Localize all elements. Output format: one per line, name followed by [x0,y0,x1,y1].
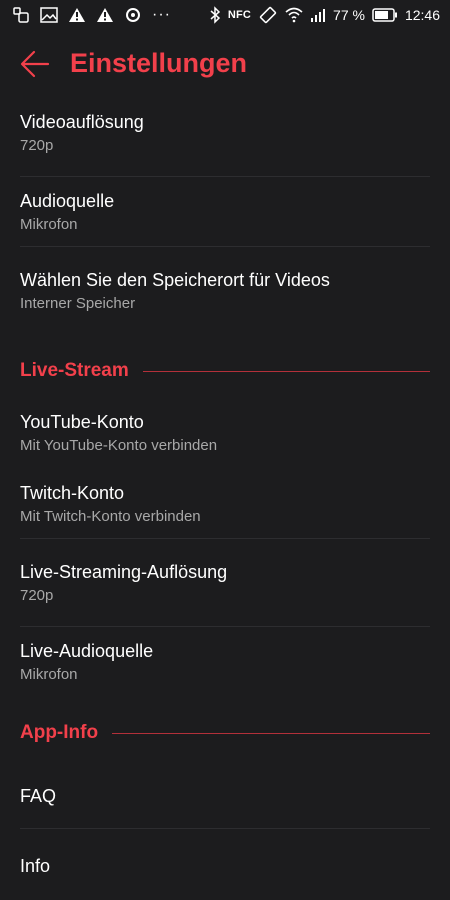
status-bar: ··· NFC 77 % 12:46 [0,0,450,30]
setting-faq[interactable]: FAQ [20,785,430,807]
app-bar: Einstellungen [0,36,450,92]
divider [20,246,430,247]
nfc-indicator: NFC [227,9,252,21]
wifi-icon [285,7,303,23]
section-title: App-Info [20,722,99,743]
divider [20,538,430,539]
setting-value: 720p [20,587,54,604]
setting-info[interactable]: Info [20,855,430,877]
setting-value: Mit YouTube-Konto verbinden [20,437,218,454]
setting-title: YouTube-Konto [20,412,144,432]
vibrate-icon [258,6,278,24]
setting-audio-source[interactable]: Audioquelle Mikrofon [20,190,430,234]
section-title: Live-Stream [20,360,129,381]
setting-title: Twitch-Konto [20,483,125,503]
setting-storage-location[interactable]: Wählen Sie den Speicherort für Videos In… [20,269,430,313]
setting-live-resolution[interactable]: Live-Streaming-Auflösung 720p [20,561,430,605]
page-title: Einstellungen [70,48,248,78]
warning-icon [68,7,86,23]
setting-title: Videoauflösung [20,112,144,132]
setting-title: Info [20,856,51,876]
setting-title: Live-Streaming-Auflösung [20,562,228,582]
setting-live-audio-source[interactable]: Live-Audioquelle Mikrofon [20,640,430,684]
status-bar-right: NFC 77 % 12:46 [209,6,440,24]
warning-icon [96,7,114,23]
section-header-live-stream: Live-Stream [20,360,430,382]
sync-icon [124,6,142,24]
more-dots-icon: ··· [152,6,171,23]
divider [20,626,430,627]
section-divider [112,732,430,734]
setting-value: Interner Speicher [20,295,136,312]
setting-value: Mikrofon [20,216,78,233]
battery-percent: 77 % [333,7,365,23]
status-bar-left: ··· [12,6,171,24]
divider [20,176,430,177]
arrow-left-icon[interactable] [20,50,50,78]
setting-twitch-account[interactable]: Twitch-Konto Mit Twitch-Konto verbinden [20,482,430,526]
battery-icon [372,8,398,22]
divider [20,828,430,829]
setting-title: Audioquelle [20,191,115,211]
screen-record-icon [12,6,30,24]
section-divider [142,370,430,372]
clock: 12:46 [404,7,440,23]
setting-youtube-account[interactable]: YouTube-Konto Mit YouTube-Konto verbinde… [20,411,430,455]
setting-value: Mit Twitch-Konto verbinden [20,508,201,525]
setting-title: Wählen Sie den Speicherort für Videos [20,270,330,290]
setting-title: Live-Audioquelle [20,641,154,661]
bluetooth-icon [209,6,221,24]
image-icon [40,7,58,23]
section-header-app-info: App-Info [20,722,430,744]
setting-value: 720p [20,137,54,154]
setting-title: FAQ [20,786,57,806]
setting-value: Mikrofon [20,666,78,683]
signal-icon [310,8,326,22]
setting-video-resolution[interactable]: Videoauflösung 720p [20,111,430,155]
